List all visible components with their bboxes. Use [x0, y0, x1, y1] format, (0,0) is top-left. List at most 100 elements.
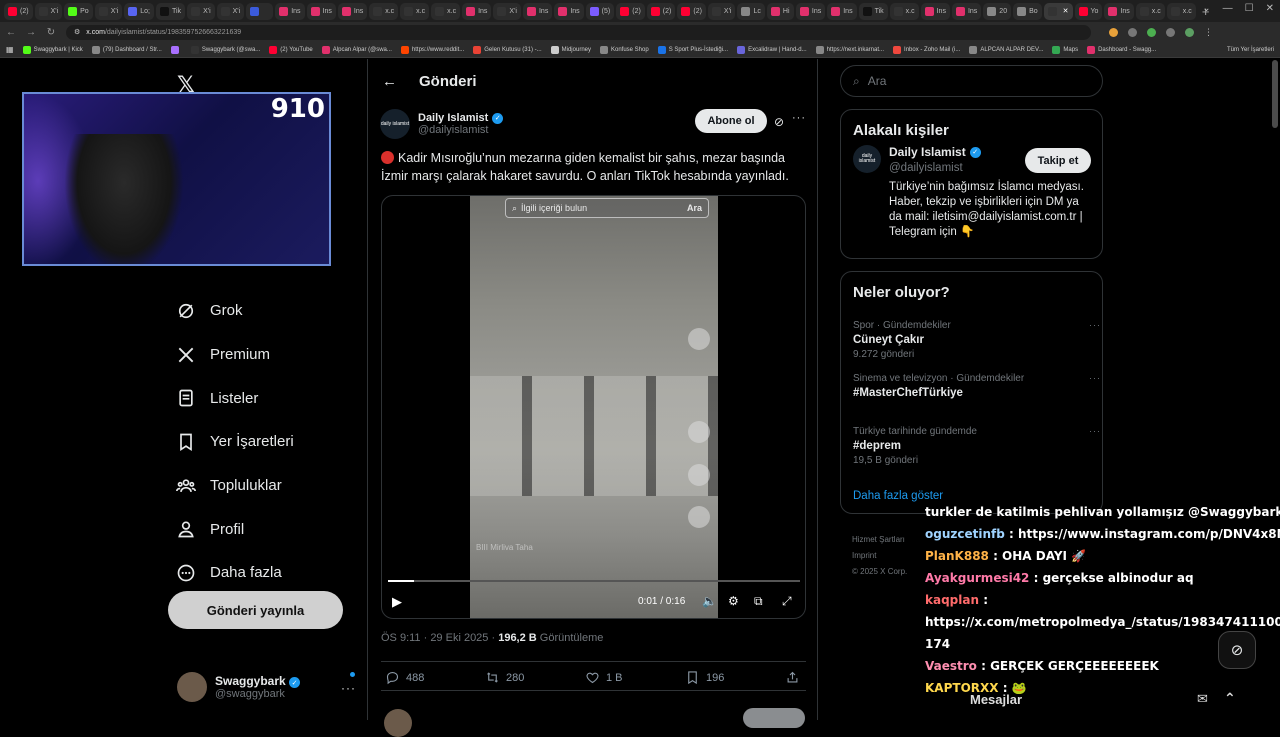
more-options-icon[interactable]: ··· [1089, 320, 1101, 330]
bookmark-item[interactable]: (2) YouTube [269, 45, 313, 54]
browser-tab[interactable]: X'i [493, 2, 521, 20]
browser-tab[interactable]: x.c [431, 2, 461, 20]
author-avatar[interactable]: daily islamist [380, 109, 410, 139]
search-input[interactable]: ⌕ Ara [840, 65, 1103, 97]
bookmark-item[interactable]: Swaggybark | Kick [22, 45, 83, 54]
bookmark-item[interactable]: https://www.reddit... [400, 45, 464, 54]
like-button[interactable]: 1 B [585, 670, 623, 685]
browser-tab[interactable]: X'i [94, 2, 123, 20]
extension-icon[interactable] [1147, 27, 1156, 37]
new-message-icon[interactable]: ✉ [1197, 691, 1208, 707]
browser-tab[interactable]: ✕ [1043, 2, 1073, 20]
browser-tab[interactable]: X'i [34, 2, 63, 20]
forward-icon[interactable]: → [26, 27, 36, 38]
browser-tab[interactable]: x.c [1135, 2, 1165, 20]
browser-tab[interactable]: x.c [1166, 2, 1196, 20]
address-bar[interactable]: ⚙ x.com/dailyislamist/status/19835975266… [66, 24, 1091, 40]
video-frame[interactable]: ⌕ İlgili içeriği bulun Ara BIII Mirliva Ta… [470, 196, 718, 618]
browser-tab[interactable]: X'i [187, 2, 215, 20]
browser-tab[interactable]: (2) [4, 2, 33, 20]
menu-icon[interactable]: ⋮ [1204, 27, 1213, 37]
nav-item-profile[interactable]: Profil [168, 507, 348, 551]
nav-item-more[interactable]: Daha fazla [168, 551, 348, 595]
browser-tab[interactable]: Tik [155, 2, 186, 20]
bookmark-item[interactable]: Midjourney [550, 45, 591, 54]
browser-tab[interactable]: Ins [795, 2, 826, 20]
bookmark-item[interactable]: https://next.inkarnat... [815, 45, 884, 54]
bookmark-item[interactable]: Alpcan Alpar (@swa... [321, 45, 392, 54]
bookmark-button[interactable]: 196 [685, 670, 724, 685]
browser-tab[interactable]: 20 [983, 2, 1012, 20]
browser-tab[interactable]: Bo [1013, 2, 1042, 20]
browser-tab[interactable]: Lc [737, 2, 765, 20]
browser-tab[interactable]: (2) [646, 2, 676, 20]
maximize-icon[interactable]: ☐ [1245, 3, 1254, 14]
browser-tab[interactable]: Ins [554, 2, 584, 20]
site-info-icon[interactable]: ⚙ [74, 28, 80, 36]
related-avatar[interactable]: daily islamist [853, 145, 881, 173]
reply-submit-button[interactable] [743, 708, 805, 728]
extension-icon[interactable] [1128, 27, 1137, 37]
close-tab-icon[interactable]: ✕ [1063, 7, 1069, 15]
browser-tab[interactable]: X'i [216, 2, 245, 20]
browser-tab[interactable]: Yo [1074, 2, 1103, 20]
bookmark-item[interactable]: Konfuse Shop [600, 45, 649, 54]
bookmark-item[interactable]: Inbox - Zoho Mail (i... [893, 45, 960, 54]
post-button[interactable]: Gönderi yayınla [168, 591, 343, 629]
video-player[interactable]: ⌕ İlgili içeriği bulun Ara BIII Mirliva Ta… [381, 195, 806, 619]
more-options-icon[interactable]: ··· [341, 681, 356, 695]
browser-tab[interactable]: Po [64, 2, 93, 20]
browser-tab[interactable]: (2) [616, 2, 645, 20]
browser-tab[interactable]: Ins [462, 2, 492, 20]
bookmark-item[interactable]: ALPCAN ALPAR DEV... [969, 45, 1043, 54]
browser-tab[interactable]: Ins [275, 2, 305, 20]
apps-icon[interactable]: ▦ [6, 45, 14, 54]
browser-tab[interactable]: Hi [766, 2, 794, 20]
browser-tab[interactable]: Lo; [124, 2, 154, 20]
bookmark-item[interactable]: S Sport Plus-İstediği... [657, 45, 728, 54]
nav-item-premium[interactable]: Premium [168, 333, 348, 377]
browser-tab[interactable]: Ins [337, 2, 368, 20]
repost-button[interactable]: 280 [485, 670, 524, 685]
browser-tab[interactable]: (2) [677, 2, 706, 20]
nav-item-lists[interactable]: Listeler [168, 376, 348, 420]
close-window-icon[interactable]: ✕ [1266, 3, 1274, 14]
browser-tab[interactable]: Ins [920, 2, 950, 20]
profile-avatar[interactable] [1185, 27, 1194, 37]
browser-tab[interactable]: (5) [585, 2, 615, 20]
nav-item-grok[interactable]: Grok [168, 289, 348, 333]
nav-item-bookmarks[interactable]: Yer İşaretleri [168, 420, 348, 464]
bookmark-item[interactable]: Swaggybark (@swa... [190, 45, 260, 54]
reply-button[interactable]: 488 [385, 670, 424, 685]
browser-tab[interactable] [246, 2, 274, 20]
expand-icon[interactable]: ⌃ [1224, 690, 1236, 707]
browser-tab[interactable]: X'i [707, 2, 736, 20]
trend-item[interactable]: Sinema ve televizyon · Gündemdekiler #Mas… [853, 373, 1100, 399]
volume-icon[interactable]: 🔈 [702, 594, 717, 608]
extensions-puzzle-icon[interactable] [1166, 27, 1175, 37]
bookmark-item[interactable]: Dashboard - Swagg... [1087, 45, 1156, 54]
bookmark-item[interactable]: Excalidraw | Hand-d... [737, 45, 807, 54]
grok-icon[interactable]: ⊘ [774, 115, 784, 129]
play-icon[interactable]: ▶ [392, 594, 402, 610]
bookmark-item[interactable]: (79) Dashboard / Str... [91, 45, 162, 54]
browser-tab[interactable]: Ins [827, 2, 857, 20]
messages-drawer[interactable]: Mesajlar ✉ ⌃ [960, 686, 1280, 720]
author-name[interactable]: Daily Islamist ✓ [418, 112, 504, 124]
account-switcher[interactable]: Swaggybark ✓ @swaggybark ··· [177, 669, 357, 705]
trend-item[interactable]: Türkiye tarihinde gündemde #deprem 19,5 B … [853, 426, 1100, 466]
browser-tab[interactable]: x.c [889, 2, 919, 20]
trend-item[interactable]: Spor · Gündemdekiler Cüneyt Çakır 9.272 gö… [853, 320, 1100, 360]
all-bookmarks[interactable]: Tüm Yer İşaretleri [1227, 47, 1274, 53]
more-options-icon[interactable]: ··· [792, 112, 806, 124]
browser-tab[interactable]: Ins [1104, 2, 1134, 20]
extension-icon[interactable] [1109, 27, 1118, 37]
pip-icon[interactable]: ⧉ [754, 594, 763, 609]
video-progress[interactable] [388, 580, 800, 582]
browser-tab[interactable]: Ins [522, 2, 553, 20]
subscribe-button[interactable]: Abone ol [695, 109, 767, 133]
reload-icon[interactable]: ↻ [46, 27, 56, 38]
share-button[interactable] [785, 670, 800, 685]
tab-search-icon[interactable]: ⌄ [1202, 3, 1210, 14]
browser-tab[interactable]: x.c [400, 2, 430, 20]
